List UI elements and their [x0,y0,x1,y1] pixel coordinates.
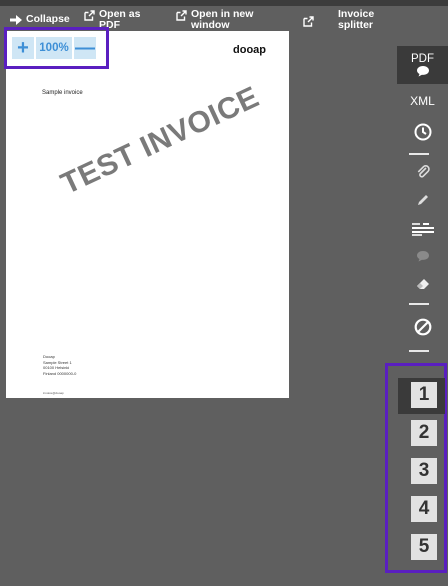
zoom-controls: + 100% — [4,27,109,69]
zoom-in-button[interactable]: + [12,37,34,59]
company-logo: dooap [233,44,266,56]
sidebar-divider [409,350,429,352]
invoice-splitter-button[interactable]: Invoice splitter [303,9,374,31]
clock-icon [414,123,431,141]
open-window-line-2: window [191,19,230,31]
external-link-icon [176,10,187,21]
zoom-out-button[interactable]: — [74,37,96,59]
collapse-label: Collapse [26,13,70,25]
page-button-5[interactable]: 5 [411,534,437,560]
comment-icon [416,251,429,262]
address-block: Dooap Sample Street 1 00100 Helsinki Fin… [43,354,76,376]
sidebar-divider [409,153,429,155]
page-button-3[interactable]: 3 [411,458,437,484]
invoice-page-preview[interactable]: dooap Sample invoice TEST INVOICE Dooap … [6,31,289,398]
prohibited-icon [414,318,431,336]
document-footer: invoice@dooap [43,391,64,395]
page-button-4[interactable]: 4 [411,496,437,522]
page-navigator: 1 2 3 4 5 [385,363,447,573]
pdf-view-button[interactable]: PDF [397,46,448,84]
speech-bubble-icon [416,66,429,77]
page-button-2[interactable]: 2 [411,420,437,446]
comments-button[interactable] [397,247,448,265]
sidebar-divider [409,303,429,305]
zoom-level[interactable]: 100% [36,37,72,59]
address-line: Finland 0000000-0 [43,370,77,376]
xml-view-button[interactable]: XML [397,90,448,112]
history-button[interactable] [397,121,448,143]
align-lines-icon [411,223,434,236]
line-items-button[interactable] [397,218,448,240]
collapse-button[interactable]: Collapse [10,14,70,25]
reject-button[interactable] [397,316,448,338]
external-link-icon [84,10,95,21]
splitter-line-2: splitter [338,19,374,31]
edit-button[interactable] [397,190,448,210]
document-title: Sample invoice [42,90,83,96]
attachments-button[interactable] [397,162,448,182]
pencil-icon [417,195,428,205]
pdf-label: PDF [411,53,434,65]
paperclip-icon [417,165,430,178]
page-button-1[interactable]: 1 [411,382,437,408]
test-invoice-watermark: TEST INVOICE [56,80,265,201]
open-window-label: Open in new window [191,9,253,31]
eraser-button[interactable] [397,275,448,293]
external-link-icon [303,16,314,27]
open-new-window-button[interactable]: Open in new window [176,9,253,31]
invoice-splitter-label: Invoice splitter [338,9,374,31]
arrow-right-icon [10,15,22,25]
eraser-icon [416,279,429,289]
